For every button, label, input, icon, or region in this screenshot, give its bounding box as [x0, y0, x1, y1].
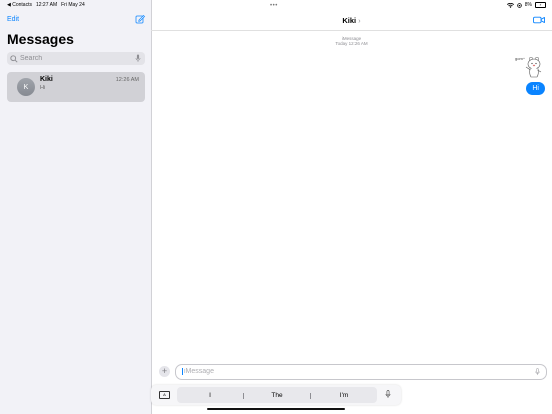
suggestion-divider	[310, 393, 311, 399]
conversation-preview: Hi	[40, 85, 46, 91]
contact-name: Kiki	[342, 16, 357, 25]
edit-button[interactable]: Edit	[7, 16, 19, 23]
keyboard-shortcut-bar: A I The I'm	[151, 385, 401, 405]
back-to-app-link[interactable]: ◀ Contacts	[7, 2, 32, 8]
keyboard-microphone-icon[interactable]	[385, 390, 391, 399]
page-title: Messages	[7, 31, 74, 47]
video-call-icon[interactable]	[533, 16, 545, 24]
plus-apps-button[interactable]: +	[159, 366, 170, 377]
home-indicator[interactable]	[207, 408, 345, 410]
compose-icon[interactable]	[135, 14, 145, 24]
avatar: K	[17, 78, 35, 96]
sent-message-bubble[interactable]: Hi	[526, 82, 545, 95]
search-icon	[10, 54, 18, 63]
sticker-caption: gom	[515, 56, 523, 61]
battery-icon: ⚡	[535, 2, 546, 8]
header-divider	[151, 30, 552, 31]
contact-header[interactable]: Kiki ›	[151, 16, 552, 25]
predictive-suggestions: I The I'm	[177, 387, 377, 403]
search-input[interactable]	[20, 55, 130, 62]
sidebar: Edit Messages K Kiki 12:26 AM Hi	[0, 0, 152, 414]
bear-sticker[interactable]: gom	[514, 52, 542, 78]
microphone-icon[interactable]	[135, 54, 141, 63]
suggestion-item[interactable]: I'm	[324, 392, 364, 399]
suggestion-item[interactable]: I	[190, 392, 230, 399]
suggestion-divider	[243, 393, 244, 399]
dictation-microphone-icon[interactable]	[535, 368, 540, 376]
suggestion-item[interactable]: The	[257, 392, 297, 399]
back-arrow-icon: ◀	[7, 2, 11, 8]
chevron-right-icon: ›	[358, 18, 361, 25]
status-time: 12:27 AM	[35, 2, 58, 8]
battery-percent: 8%	[524, 2, 532, 8]
conversation-name: Kiki	[40, 76, 53, 83]
conversation-pane: Kiki › iMessage Today 12:26 AM gom Hi +	[151, 0, 552, 414]
message-compose-field[interactable]	[175, 364, 547, 380]
keyboard-mode-icon[interactable]: A	[159, 391, 170, 399]
wifi-icon	[506, 2, 514, 8]
message-timestamp: Today 12:26 AM	[335, 41, 368, 46]
conversation-time: 12:26 AM	[115, 77, 139, 83]
message-input[interactable]	[182, 368, 514, 375]
orientation-lock-icon	[517, 2, 522, 8]
conversation-list-item[interactable]: K Kiki 12:26 AM Hi	[7, 72, 145, 102]
status-date: Fri May 24	[61, 2, 85, 8]
status-bar: ◀ Contacts 12:27 AM Fri May 24 8% ⚡	[0, 0, 552, 11]
back-app-label: Contacts	[12, 2, 32, 8]
search-bar[interactable]	[7, 52, 145, 65]
